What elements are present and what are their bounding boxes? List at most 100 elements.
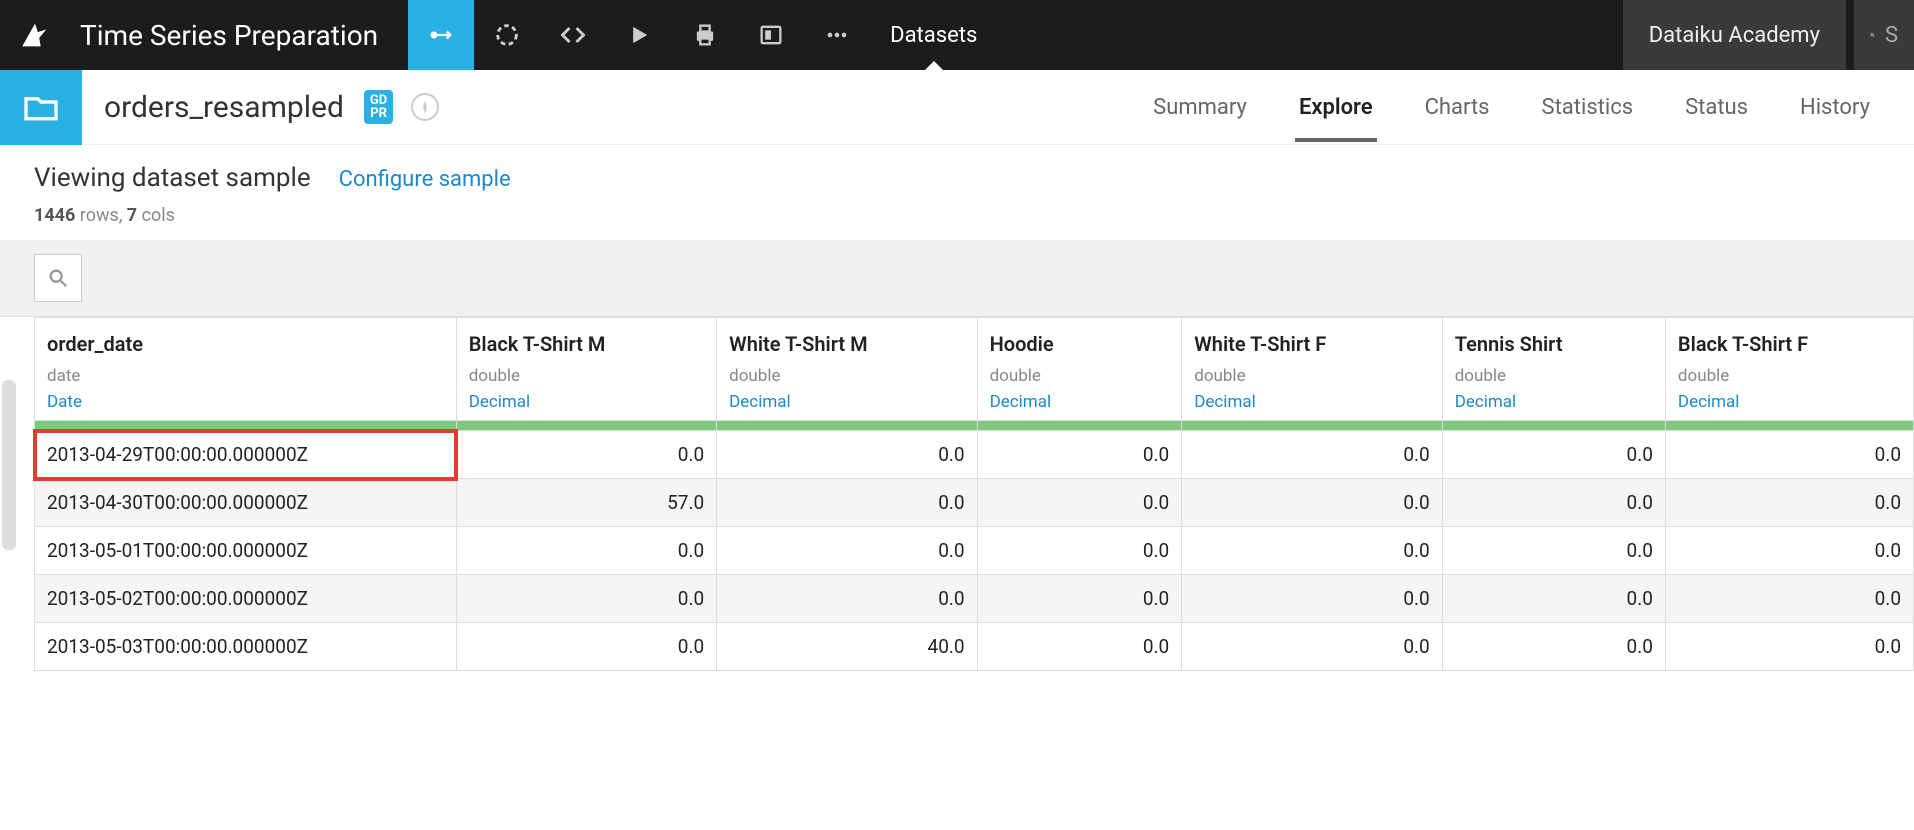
tab-explore[interactable]: Explore xyxy=(1295,73,1377,142)
tab-statistics[interactable]: Statistics xyxy=(1538,73,1638,142)
column-meaning[interactable]: Decimal xyxy=(1455,392,1653,412)
table-cell[interactable]: 0.0 xyxy=(717,575,977,623)
sample-stats: 1446 rows, 7 cols xyxy=(34,205,1880,226)
dashboard-button[interactable] xyxy=(738,0,804,70)
table-cell[interactable]: 0.0 xyxy=(977,527,1182,575)
table-cell[interactable]: 0.0 xyxy=(1182,431,1442,479)
table-cell[interactable]: 0.0 xyxy=(456,575,716,623)
table-cell[interactable]: 0.0 xyxy=(717,431,977,479)
flow-icon xyxy=(427,21,455,49)
table-cell[interactable]: 2013-04-30T00:00:00.000000Z xyxy=(35,479,457,527)
compass-icon xyxy=(417,99,433,115)
table-row[interactable]: 2013-05-01T00:00:00.000000Z0.00.00.00.00… xyxy=(35,527,1914,575)
column-name: White T-Shirt M xyxy=(729,332,964,356)
column-meaning[interactable]: Decimal xyxy=(729,392,964,412)
table-cell[interactable]: 2013-05-01T00:00:00.000000Z xyxy=(35,527,457,575)
table-cell[interactable]: 0.0 xyxy=(1182,623,1442,671)
gdpr-badge[interactable]: GD PR xyxy=(364,90,393,124)
table-cell[interactable]: 0.0 xyxy=(1442,575,1665,623)
run-button[interactable] xyxy=(606,0,672,70)
quality-bar-cell[interactable] xyxy=(1182,421,1442,431)
table-cell[interactable]: 0.0 xyxy=(1182,527,1442,575)
table-row[interactable]: 2013-05-03T00:00:00.000000Z0.040.00.00.0… xyxy=(35,623,1914,671)
table-cell[interactable]: 2013-05-03T00:00:00.000000Z xyxy=(35,623,457,671)
table-cell[interactable]: 0.0 xyxy=(1442,431,1665,479)
table-cell[interactable]: 0.0 xyxy=(1665,623,1913,671)
column-header[interactable]: Black T-Shirt F double Decimal xyxy=(1665,318,1913,421)
quality-bar-cell[interactable] xyxy=(977,421,1182,431)
quality-bar-cell[interactable] xyxy=(717,421,977,431)
table-cell[interactable]: 0.0 xyxy=(1665,575,1913,623)
column-header[interactable]: White T-Shirt FdoubleDecimal xyxy=(1182,318,1442,421)
table-cell[interactable]: 0.0 xyxy=(977,623,1182,671)
quality-bar-cell[interactable] xyxy=(1665,421,1913,431)
table-cell[interactable]: 0.0 xyxy=(717,479,977,527)
table-cell[interactable]: 0.0 xyxy=(1442,527,1665,575)
column-header[interactable]: HoodiedoubleDecimal xyxy=(977,318,1182,421)
configure-sample-link[interactable]: Configure sample xyxy=(339,167,511,192)
column-type: double xyxy=(990,366,1170,386)
column-name: Black T-Shirt F xyxy=(1678,332,1901,356)
table-cell[interactable]: 0.0 xyxy=(1665,431,1913,479)
column-header[interactable]: White T-Shirt MdoubleDecimal xyxy=(717,318,977,421)
tab-status[interactable]: Status xyxy=(1681,73,1752,142)
navigate-icon[interactable] xyxy=(411,93,439,121)
tab-history[interactable]: History xyxy=(1796,73,1874,142)
table-cell[interactable]: 2013-05-02T00:00:00.000000Z xyxy=(35,575,457,623)
dataset-name[interactable]: orders_resampled xyxy=(104,90,344,125)
tab-summary[interactable]: Summary xyxy=(1149,73,1251,142)
project-title[interactable]: Time Series Preparation xyxy=(80,19,378,52)
data-table: order_datedateDateBlack T-Shirt MdoubleD… xyxy=(34,317,1914,671)
more-button[interactable] xyxy=(804,0,870,70)
top-navigation-bar: Time Series Preparation Datasets Dataiku… xyxy=(0,0,1914,70)
column-meaning[interactable]: Date xyxy=(47,392,444,412)
print-icon xyxy=(691,21,719,49)
flow-button[interactable] xyxy=(408,0,474,70)
table-cell[interactable]: 0.0 xyxy=(977,431,1182,479)
column-meaning[interactable]: Decimal xyxy=(1678,392,1901,412)
jobs-button[interactable] xyxy=(474,0,540,70)
table-cell[interactable]: 2013-04-29T00:00:00.000000Z xyxy=(35,431,457,479)
table-cell[interactable]: 0.0 xyxy=(1442,623,1665,671)
table-cell[interactable]: 0.0 xyxy=(977,479,1182,527)
table-row[interactable]: 2013-05-02T00:00:00.000000Z0.00.00.00.00… xyxy=(35,575,1914,623)
table-cell[interactable]: 0.0 xyxy=(977,575,1182,623)
data-table-container: order_datedateDateBlack T-Shirt MdoubleD… xyxy=(0,317,1914,671)
quality-bar-cell[interactable] xyxy=(1442,421,1665,431)
table-cell[interactable]: 0.0 xyxy=(456,431,716,479)
column-header[interactable]: Black T-Shirt MdoubleDecimal xyxy=(456,318,716,421)
dataset-icon-button[interactable] xyxy=(0,70,82,145)
nav-datasets[interactable]: Datasets xyxy=(870,23,997,48)
table-cell[interactable]: 0.0 xyxy=(717,527,977,575)
table-cell[interactable]: 0.0 xyxy=(1182,479,1442,527)
table-cell[interactable]: 0.0 xyxy=(456,623,716,671)
table-cell[interactable]: 0.0 xyxy=(1442,479,1665,527)
table-cell[interactable]: 0.0 xyxy=(1182,575,1442,623)
column-header[interactable]: order_datedateDate xyxy=(35,318,457,421)
table-row[interactable]: 2013-04-29T00:00:00.000000Z0.00.00.00.00… xyxy=(35,431,1914,479)
column-type: double xyxy=(1678,366,1901,386)
table-cell[interactable]: 0.0 xyxy=(1665,527,1913,575)
quality-bar-cell[interactable] xyxy=(456,421,716,431)
tab-charts[interactable]: Charts xyxy=(1421,73,1494,142)
column-meaning[interactable]: Decimal xyxy=(469,392,704,412)
code-button[interactable] xyxy=(540,0,606,70)
filter-bar xyxy=(0,240,1914,317)
table-cell[interactable]: 40.0 xyxy=(717,623,977,671)
table-cell[interactable]: 57.0 xyxy=(456,479,716,527)
column-header[interactable]: Tennis ShirtdoubleDecimal xyxy=(1442,318,1665,421)
sample-title: Viewing dataset sample xyxy=(34,163,311,193)
table-cell[interactable]: 0.0 xyxy=(1665,479,1913,527)
column-meaning[interactable]: Decimal xyxy=(1194,392,1429,412)
academy-link[interactable]: Dataiku Academy xyxy=(1623,0,1846,70)
filter-search-button[interactable] xyxy=(34,254,82,302)
global-search[interactable]: S xyxy=(1854,0,1914,70)
table-cell[interactable]: 0.0 xyxy=(456,527,716,575)
quality-bar-cell[interactable] xyxy=(35,421,457,431)
column-quality-bar xyxy=(35,421,1914,431)
column-meaning[interactable]: Decimal xyxy=(990,392,1170,412)
table-row[interactable]: 2013-04-30T00:00:00.000000Z57.00.00.00.0… xyxy=(35,479,1914,527)
scroll-handle[interactable] xyxy=(2,380,16,550)
dataiku-logo[interactable] xyxy=(0,0,70,70)
print-button[interactable] xyxy=(672,0,738,70)
